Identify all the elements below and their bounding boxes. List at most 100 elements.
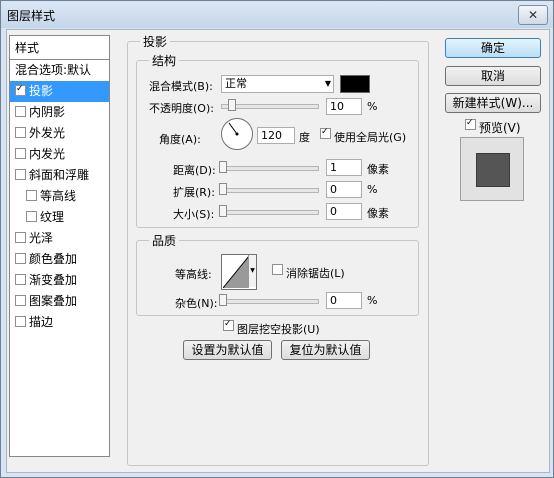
angle-unit: 度 [299, 131, 310, 144]
contour-label: 等高线: [175, 268, 212, 281]
style-list-item[interactable]: 投影 [10, 81, 109, 102]
spread-slider[interactable] [221, 188, 319, 193]
close-button[interactable]: ✕ [518, 5, 548, 25]
style-list-item[interactable]: 图案叠加 [10, 291, 109, 312]
style-enable-checkbox[interactable] [15, 83, 26, 96]
global-light-checkbox[interactable] [320, 126, 331, 139]
make-default-button[interactable]: 设置为默认值 [183, 340, 272, 360]
contour-dropdown-icon[interactable]: ▼ [248, 255, 256, 287]
size-input[interactable]: 0 [326, 203, 362, 220]
style-enable-checkbox[interactable] [15, 169, 26, 180]
noise-unit: % [367, 294, 378, 307]
opacity-unit: % [367, 100, 378, 113]
angle-needle-icon [228, 122, 239, 136]
spread-input[interactable]: 0 [326, 181, 362, 198]
size-unit: 像素 [367, 207, 389, 220]
size-slider-thumb[interactable] [219, 205, 227, 217]
style-list-item-label: 渐变叠加 [29, 273, 78, 287]
style-list-item-label: 内阴影 [29, 105, 66, 119]
opacity-slider-thumb[interactable] [227, 99, 236, 111]
distance-slider-thumb[interactable] [219, 161, 227, 173]
distance-slider[interactable] [221, 166, 319, 171]
chevron-down-icon: ▼ [324, 79, 331, 88]
distance-unit: 像素 [367, 163, 389, 176]
style-list-item-label: 混合选项:默认 [15, 63, 92, 77]
linear-contour-icon [223, 256, 249, 288]
style-list-item[interactable]: 内发光 [10, 144, 109, 165]
style-list-item[interactable]: 渐变叠加 [10, 270, 109, 291]
layer-knocks-out-label[interactable]: 图层挖空投影(U) [237, 321, 320, 337]
style-enable-checkbox[interactable] [26, 190, 37, 201]
style-list-item-label: 图案叠加 [29, 294, 78, 308]
opacity-label: 不透明度(O): [149, 102, 214, 115]
preview-box [460, 137, 524, 201]
style-enable-checkbox[interactable] [15, 148, 26, 159]
title-bar[interactable]: 图层样式 ✕ [1, 1, 553, 28]
opacity-slider[interactable] [221, 104, 319, 109]
size-label: 大小(S): [173, 208, 215, 221]
noise-slider-thumb[interactable] [219, 294, 227, 306]
angle-dial[interactable] [221, 118, 253, 150]
anti-alias-checkbox[interactable] [272, 264, 283, 275]
spread-slider-thumb[interactable] [219, 183, 227, 195]
style-enable-checkbox[interactable] [15, 253, 26, 264]
distance-label: 距离(D): [173, 164, 216, 177]
blend-mode-value: 正常 [225, 77, 247, 90]
reset-default-button[interactable]: 复位为默认值 [281, 340, 370, 360]
style-list-item-label: 描边 [29, 315, 54, 329]
style-list-item-label: 投影 [29, 84, 54, 98]
style-list-item[interactable]: 纹理 [10, 207, 109, 228]
cancel-button[interactable]: 取消 [445, 66, 541, 86]
window-title: 图层样式 [7, 9, 56, 23]
blend-mode-select[interactable]: 正常 ▼ [221, 75, 334, 93]
style-list-item[interactable]: 描边 [10, 312, 109, 333]
style-list-item[interactable]: 内阴影 [10, 102, 109, 123]
style-list-item-label: 斜面和浮雕 [29, 168, 90, 182]
shadow-color-swatch[interactable] [340, 75, 370, 93]
opacity-input[interactable]: 10 [326, 98, 362, 115]
style-enable-checkbox[interactable] [15, 274, 26, 285]
style-list-item-label: 等高线 [40, 189, 77, 203]
style-list-item-label: 纹理 [40, 210, 65, 224]
noise-input[interactable]: 0 [326, 292, 362, 309]
noise-label: 杂色(N): [175, 297, 218, 310]
style-list-item[interactable]: 光泽 [10, 228, 109, 249]
style-enable-checkbox[interactable] [15, 127, 26, 138]
style-list-item[interactable]: 等高线 [10, 186, 109, 207]
style-list: 样式 混合选项:默认投影内阴影外发光内发光斜面和浮雕等高线纹理光泽颜色叠加渐变叠… [9, 35, 110, 457]
style-enable-checkbox[interactable] [15, 316, 26, 327]
style-list-item[interactable]: 混合选项:默认 [10, 60, 109, 81]
drop-shadow-title: 投影 [140, 33, 171, 50]
new-style-button[interactable]: 新建样式(W)... [445, 93, 541, 113]
style-enable-checkbox[interactable] [15, 106, 26, 117]
style-list-item[interactable]: 斜面和浮雕 [10, 165, 109, 186]
spread-label: 扩展(R): [173, 186, 215, 199]
noise-slider[interactable] [221, 299, 319, 304]
ok-button[interactable]: 确定 [445, 38, 541, 58]
anti-alias-label[interactable]: 消除锯齿(L) [286, 265, 345, 281]
angle-input[interactable]: 120 [257, 127, 295, 144]
global-light-label[interactable]: 使用全局光(G) [334, 129, 406, 145]
preview-swatch [476, 153, 510, 187]
style-list-item-label: 外发光 [29, 126, 66, 140]
style-enable-checkbox[interactable] [15, 295, 26, 306]
layer-knocks-out-checkbox[interactable] [223, 318, 234, 331]
style-list-item-label: 光泽 [29, 231, 54, 245]
style-list-item[interactable]: 颜色叠加 [10, 249, 109, 270]
style-list-item[interactable]: 外发光 [10, 123, 109, 144]
contour-picker[interactable]: ▼ [221, 254, 257, 290]
distance-input[interactable]: 1 [326, 159, 362, 176]
style-enable-checkbox[interactable] [26, 211, 37, 222]
style-list-header[interactable]: 样式 [10, 36, 109, 60]
spread-unit: % [367, 183, 378, 196]
style-list-item-label: 内发光 [29, 147, 66, 161]
close-icon: ✕ [527, 8, 539, 22]
preview-label[interactable]: 预览(V) [479, 119, 521, 136]
preview-checkbox[interactable] [465, 117, 476, 130]
angle-label: 角度(A): [159, 133, 201, 146]
size-slider[interactable] [221, 210, 319, 215]
quality-title: 品质 [149, 232, 180, 249]
style-enable-checkbox[interactable] [15, 232, 26, 243]
structure-title: 结构 [149, 52, 180, 69]
style-list-item-label: 颜色叠加 [29, 252, 78, 266]
